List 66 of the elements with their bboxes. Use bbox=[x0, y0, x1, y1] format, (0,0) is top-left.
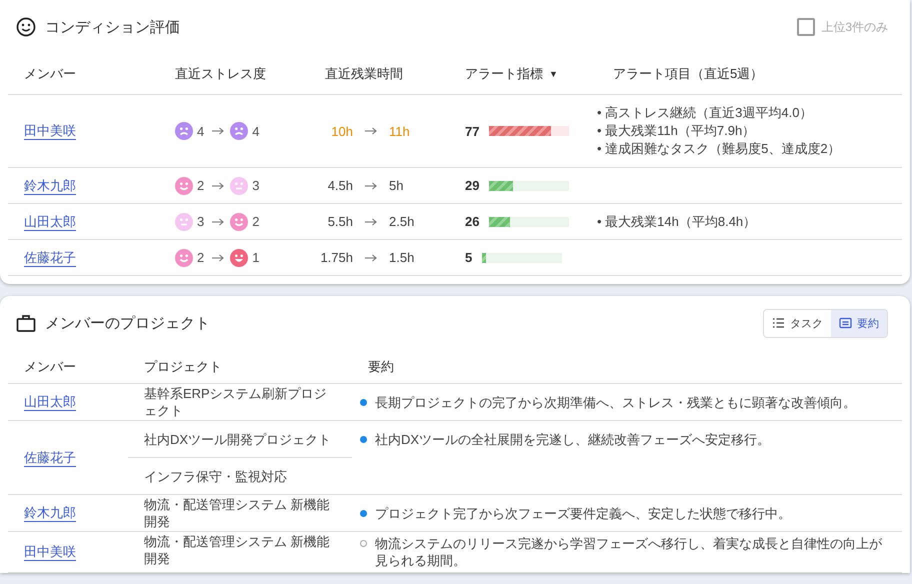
overtime-value: 1.5h bbox=[389, 250, 414, 265]
arrow-icon bbox=[212, 254, 224, 262]
alert-score: 29 bbox=[465, 178, 480, 193]
column-header: メンバー bbox=[24, 65, 76, 83]
stress-value: 4 bbox=[252, 124, 260, 138]
project-name: 基幹系ERPシステム刷新プロジェクト bbox=[143, 385, 328, 420]
alert-item: • 達成困難なタスク（難易度5、達成度2） bbox=[597, 140, 841, 158]
stress-value: 2 bbox=[252, 214, 260, 229]
card-title: コンディション評価 bbox=[45, 18, 180, 36]
member-link[interactable]: 田中美咲 bbox=[24, 122, 76, 140]
alert-item: • 高ストレス継続（直近3週平均4.0） bbox=[597, 104, 812, 122]
smiley-icon bbox=[16, 17, 36, 37]
project-name: 社内DXツール開発プロジェクト bbox=[143, 430, 332, 448]
view-toggle-button[interactable]: 要約 bbox=[831, 310, 887, 336]
overtime-value: 11h bbox=[389, 124, 410, 138]
column-header: アラート項目（直近5週） bbox=[613, 65, 764, 83]
list-icon bbox=[772, 317, 785, 329]
summary-text: プロジェクト完了から次フェーズ要件定義へ、安定した状態で移行中。 bbox=[375, 505, 792, 522]
arrow-icon bbox=[212, 218, 224, 226]
alert-score: 5 bbox=[465, 250, 472, 265]
stress-value: 4 bbox=[197, 124, 204, 138]
alert-score: 77 bbox=[465, 124, 480, 138]
stress-value: 2 bbox=[197, 178, 204, 193]
member-link[interactable]: 佐藤花子 bbox=[24, 248, 76, 266]
overtime-value: 10h bbox=[330, 124, 353, 138]
column-header: プロジェクト bbox=[144, 358, 222, 376]
arrow-icon bbox=[212, 182, 224, 190]
project-name: 物流・配送管理システム 新機能開発 bbox=[143, 533, 331, 568]
column-header: メンバー bbox=[24, 358, 76, 376]
arrow-icon bbox=[212, 127, 224, 135]
alert-item: • 最大残業11h（平均7.9h） bbox=[597, 122, 756, 140]
arrow-icon bbox=[365, 254, 377, 262]
arrow-icon bbox=[365, 182, 377, 190]
alert-item: • 最大残業14h（平均8.4h） bbox=[597, 212, 756, 230]
summary-text: 社内DXツールの全社展開を完遂し、継続改善フェーズへ安定移行。 bbox=[375, 431, 772, 448]
column-header: 直近残業時間 bbox=[325, 65, 403, 83]
stress-value: 3 bbox=[197, 214, 204, 229]
arrow-icon bbox=[365, 218, 377, 226]
column-header: 要約 bbox=[368, 358, 394, 376]
member-link[interactable]: 鈴木九郎 bbox=[24, 504, 76, 522]
member-link[interactable]: 鈴木九郎 bbox=[24, 176, 76, 194]
member-link[interactable]: 山田太郎 bbox=[24, 212, 76, 230]
member-link[interactable]: 田中美咲 bbox=[24, 543, 76, 561]
alert-score: 26 bbox=[465, 214, 480, 229]
checkbox-label: 上位3件のみ bbox=[821, 18, 888, 36]
summary-text: 長期プロジェクトの完了から次期準備へ、ストレス・残業ともに顕著な改善傾向。 bbox=[375, 394, 857, 411]
overtime-value: 1.75h bbox=[319, 250, 353, 265]
overtime-value: 5h bbox=[389, 178, 404, 193]
summary-text: 物流システムのリリース完遂から学習フェーズへ移行し、着実な成長と自律性の向上が見られる期間。 bbox=[375, 535, 883, 569]
project-name: 物流・配送管理システム 新機能開発 bbox=[143, 496, 331, 531]
overtime-value: 5.5h bbox=[326, 214, 353, 229]
arrow-icon bbox=[365, 127, 377, 135]
member-link[interactable]: 佐藤花子 bbox=[24, 448, 76, 466]
column-header: 直近ストレス度 bbox=[175, 65, 266, 83]
document-icon bbox=[839, 317, 852, 329]
briefcase-icon bbox=[16, 313, 36, 333]
project-name: インフラ保守・監視対応 bbox=[128, 457, 352, 494]
stress-value: 2 bbox=[197, 250, 204, 265]
member-link[interactable]: 山田太郎 bbox=[24, 393, 76, 411]
overtime-value: 2.5h bbox=[389, 214, 414, 229]
column-header[interactable]: アラート指標 bbox=[465, 65, 543, 83]
stress-value: 1 bbox=[252, 250, 260, 265]
overtime-value: 4.5h bbox=[326, 178, 353, 193]
stress-value: 3 bbox=[252, 178, 260, 193]
card-title: メンバーのプロジェクト bbox=[45, 314, 210, 332]
sort-indicator[interactable]: ▼ bbox=[549, 69, 558, 79]
